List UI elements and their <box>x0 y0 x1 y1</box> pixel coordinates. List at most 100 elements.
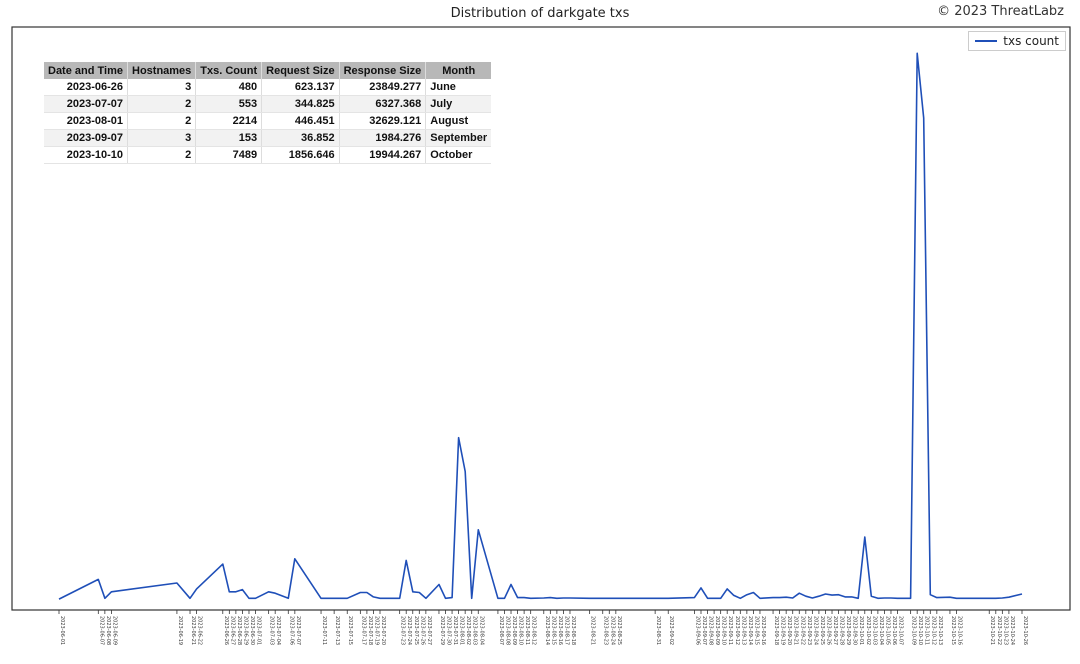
table-cell: 2 <box>126 146 196 164</box>
x-tick-label: 2023-08-16 <box>557 616 563 645</box>
x-tick-label: 2023-09-13 <box>740 616 746 645</box>
x-tick-label: 2023-10-16 <box>956 616 962 645</box>
table-cell: 36.852 <box>261 129 340 147</box>
x-tick-label: 2023-06-30 <box>249 616 255 645</box>
table-header-row: Date and Time Hostnames Txs. Count Request … <box>44 62 492 79</box>
x-tick-label: 2023-07-31 <box>452 616 458 645</box>
table-cell: 2023-06-26 <box>44 79 128 96</box>
x-tick-label: 2023-07-27 <box>426 616 432 645</box>
x-tick-label: 2023-09-09 <box>714 616 720 645</box>
x-tick-label: 2023-07-25 <box>413 616 419 645</box>
table-cell: 6327.368 <box>338 95 426 113</box>
x-tick-label: 2023-08-04 <box>478 616 484 645</box>
table-cell: 2023-08-01 <box>44 112 128 130</box>
legend-swatch <box>975 40 998 42</box>
table-cell: July <box>425 95 492 113</box>
x-tick-label: 2023-08-07 <box>498 616 504 645</box>
x-tick-label: 2023-07-04 <box>275 616 281 645</box>
x-tick-label: 2023-07-19 <box>373 616 379 645</box>
x-tick-label: 2023-10-21 <box>989 616 995 645</box>
x-tick-label: 2023-08-31 <box>655 616 661 645</box>
x-tick-label: 2023-06-01 <box>59 616 65 645</box>
x-tick-label: 2023-08-24 <box>609 616 615 645</box>
x-tick-label: 2023-08-21 <box>590 616 596 645</box>
table-header-cell: Txs. Count <box>195 62 262 79</box>
x-tick-label: 2023-08-09 <box>511 616 517 645</box>
x-tick-label: 2023-07-20 <box>380 616 386 645</box>
legend-label: txs count <box>1003 34 1059 48</box>
table-cell: 3 <box>126 79 196 96</box>
x-tick-label: 2023-08-12 <box>531 616 537 645</box>
x-tick-label: 2023-10-01 <box>858 616 864 645</box>
x-tick-label: 2023-10-11 <box>924 616 930 645</box>
table-header-cell: Date and Time <box>44 62 128 79</box>
x-tick-label: 2023-07-07 <box>295 616 301 645</box>
table-cell: 1856.646 <box>261 146 340 164</box>
x-tick-label: 2023-06-19 <box>177 616 183 645</box>
x-tick-label: 2023-07-06 <box>288 616 294 645</box>
x-tick-label: 2023-07-03 <box>269 616 275 645</box>
table-cell: 7489 <box>195 146 262 164</box>
x-tick-label: 2023-07-15 <box>347 616 353 645</box>
x-tick-label: 2023-09-21 <box>793 616 799 645</box>
table-row: 2023-09-07 3 153 36.852 1984.276 September <box>44 129 492 147</box>
x-tick-label: 2023-09-07 <box>701 616 707 645</box>
x-tick-label: 2023-10-02 <box>865 616 871 645</box>
x-tick-label: 2023-09-20 <box>786 616 792 645</box>
table-cell: 2214 <box>195 112 262 130</box>
x-tick-label: 2023-08-11 <box>524 616 530 645</box>
table-row: 2023-07-07 2 553 344.825 6327.368 July <box>44 95 492 113</box>
table-header-cell: Month <box>425 62 492 79</box>
x-tick-label: 2023-07-17 <box>360 616 366 645</box>
x-tick-label: 2023-07-01 <box>256 616 262 645</box>
x-tick-label: 2023-10-05 <box>884 616 890 645</box>
table-cell: 2 <box>126 112 196 130</box>
x-tick-label: 2023-10-13 <box>937 616 943 645</box>
x-tick-label: 2023-10-12 <box>930 616 936 645</box>
x-tick-label: 2023-09-12 <box>734 616 740 645</box>
table-cell: 446.451 <box>261 112 340 130</box>
table-row: 2023-10-10 2 7489 1856.646 19944.267 October <box>44 146 492 164</box>
table-cell: 23849.277 <box>338 79 426 96</box>
table-cell: June <box>425 79 492 96</box>
x-tick-label: 2023-08-14 <box>544 616 550 645</box>
table-cell: 480 <box>195 79 262 96</box>
x-tick-label: 2023-06-09 <box>111 616 117 645</box>
table-cell: 2023-10-10 <box>44 146 128 164</box>
x-tick-label: 2023-08-15 <box>550 616 556 645</box>
x-tick-label: 2023-07-18 <box>367 616 373 645</box>
x-tick-label: 2023-10-24 <box>1009 616 1015 645</box>
x-tick-label: 2023-09-02 <box>668 616 674 645</box>
x-tick-label: 2023-06-26 <box>223 616 229 645</box>
table-cell: August <box>425 112 492 130</box>
x-tick-label: 2023-09-30 <box>852 616 858 645</box>
x-tick-label: 2023-09-11 <box>727 616 733 645</box>
table-header-cell: Hostnames <box>126 62 196 79</box>
x-tick-label: 2023-06-27 <box>229 616 235 645</box>
table-row: 2023-06-26 3 480 623.137 23849.277 June <box>44 79 492 96</box>
x-tick-label: 2023-07-26 <box>419 616 425 645</box>
x-tick-label: 2023-06-28 <box>236 616 242 645</box>
x-tick-label: 2023-10-06 <box>891 616 897 645</box>
x-tick-label: 2023-10-07 <box>898 616 904 645</box>
x-tick-label: 2023-10-26 <box>1022 616 1028 645</box>
x-tick-label: 2023-08-10 <box>518 616 524 645</box>
x-tick-label: 2023-08-03 <box>472 616 478 645</box>
x-tick-label: 2023-10-23 <box>1002 616 1008 645</box>
table-cell: 623.137 <box>261 79 340 96</box>
x-tick-label: 2023-09-28 <box>839 616 845 645</box>
x-tick-label: 2023-08-23 <box>603 616 609 645</box>
x-tick-label: 2023-08-17 <box>563 616 569 645</box>
x-tick-label: 2023-09-15 <box>753 616 759 645</box>
x-tick-label: 2023-06-07 <box>98 616 104 645</box>
x-tick-label: 2023-07-30 <box>446 616 452 645</box>
summary-table: Date and Time Hostnames Txs. Count Request … <box>44 62 492 164</box>
x-tick-label: 2023-09-06 <box>694 616 700 645</box>
x-tick-label: 2023-10-22 <box>996 616 1002 645</box>
x-tick-label: 2023-06-08 <box>105 616 111 645</box>
x-tick-label: 2023-10-15 <box>950 616 956 645</box>
x-tick-label: 2023-09-22 <box>799 616 805 645</box>
table-cell: 2023-07-07 <box>44 95 128 113</box>
x-tick-label: 2023-06-21 <box>190 616 196 645</box>
x-tick-label: 2023-09-25 <box>819 616 825 645</box>
